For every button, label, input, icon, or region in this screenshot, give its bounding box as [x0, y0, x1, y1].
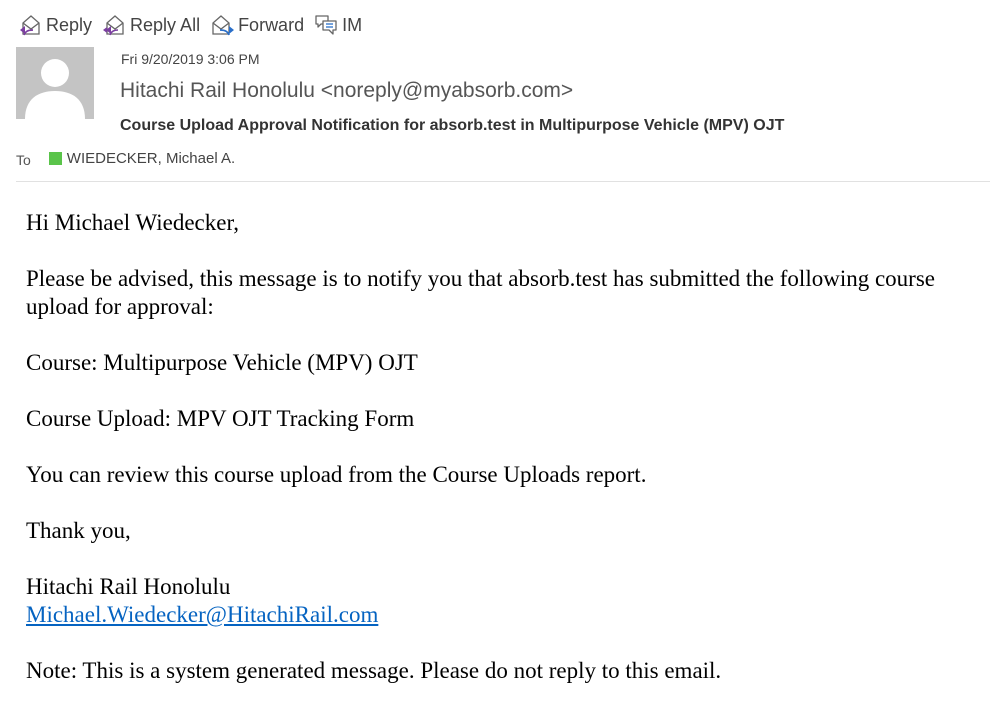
recipient-name[interactable]: WIEDECKER, Michael A.: [67, 150, 235, 167]
to-label: To: [16, 152, 31, 168]
forward-icon: [210, 13, 238, 37]
forward-button[interactable]: Forward: [210, 13, 304, 37]
thanks-line: Thank you,: [26, 518, 131, 543]
reply-all-button[interactable]: Reply All: [102, 13, 200, 37]
recipients-row: To WIEDECKER, Michael A.: [16, 148, 235, 169]
reply-all-icon: [102, 13, 130, 37]
system-note: Note: This is a system generated message…: [26, 658, 722, 683]
signature: Hitachi Rail Honolulu Michael.Wiedecker@…: [26, 573, 981, 629]
intro-paragraph: Please be advised, this message is to no…: [26, 266, 935, 319]
course-upload-line: Course Upload: MPV OJT Tracking Form: [26, 406, 415, 431]
review-paragraph: You can review this course upload from t…: [26, 462, 647, 487]
sender-name[interactable]: Hitachi Rail Honolulu <noreply@myabsorb.…: [120, 79, 573, 103]
course-line: Course: Multipurpose Vehicle (MPV) OJT: [26, 350, 418, 375]
signature-email-link[interactable]: Michael.Wiedecker@HitachiRail.com: [26, 602, 378, 627]
sender-avatar[interactable]: [16, 47, 94, 119]
im-button[interactable]: IM: [314, 13, 362, 37]
greeting: Hi Michael Wiedecker,: [26, 210, 239, 235]
reply-label: Reply: [46, 14, 93, 35]
im-label: IM: [342, 14, 363, 35]
message-subject: Course Upload Approval Notification for …: [120, 117, 785, 134]
message-toolbar: Reply Reply All Forward IM: [18, 11, 372, 39]
reply-icon: [18, 13, 46, 37]
header-divider: [16, 181, 990, 182]
signature-name: Hitachi Rail Honolulu: [26, 574, 231, 599]
avatar-silhouette-icon: [25, 59, 85, 119]
presence-status-icon: [48, 151, 62, 165]
message-date: Fri 9/20/2019 3:06 PM: [121, 51, 260, 67]
reply-all-label: Reply All: [130, 14, 201, 35]
im-icon: [314, 13, 342, 37]
message-body: Hi Michael Wiedecker, Please be advised,…: [26, 209, 981, 685]
reply-button[interactable]: Reply: [18, 13, 92, 37]
forward-label: Forward: [238, 14, 305, 35]
